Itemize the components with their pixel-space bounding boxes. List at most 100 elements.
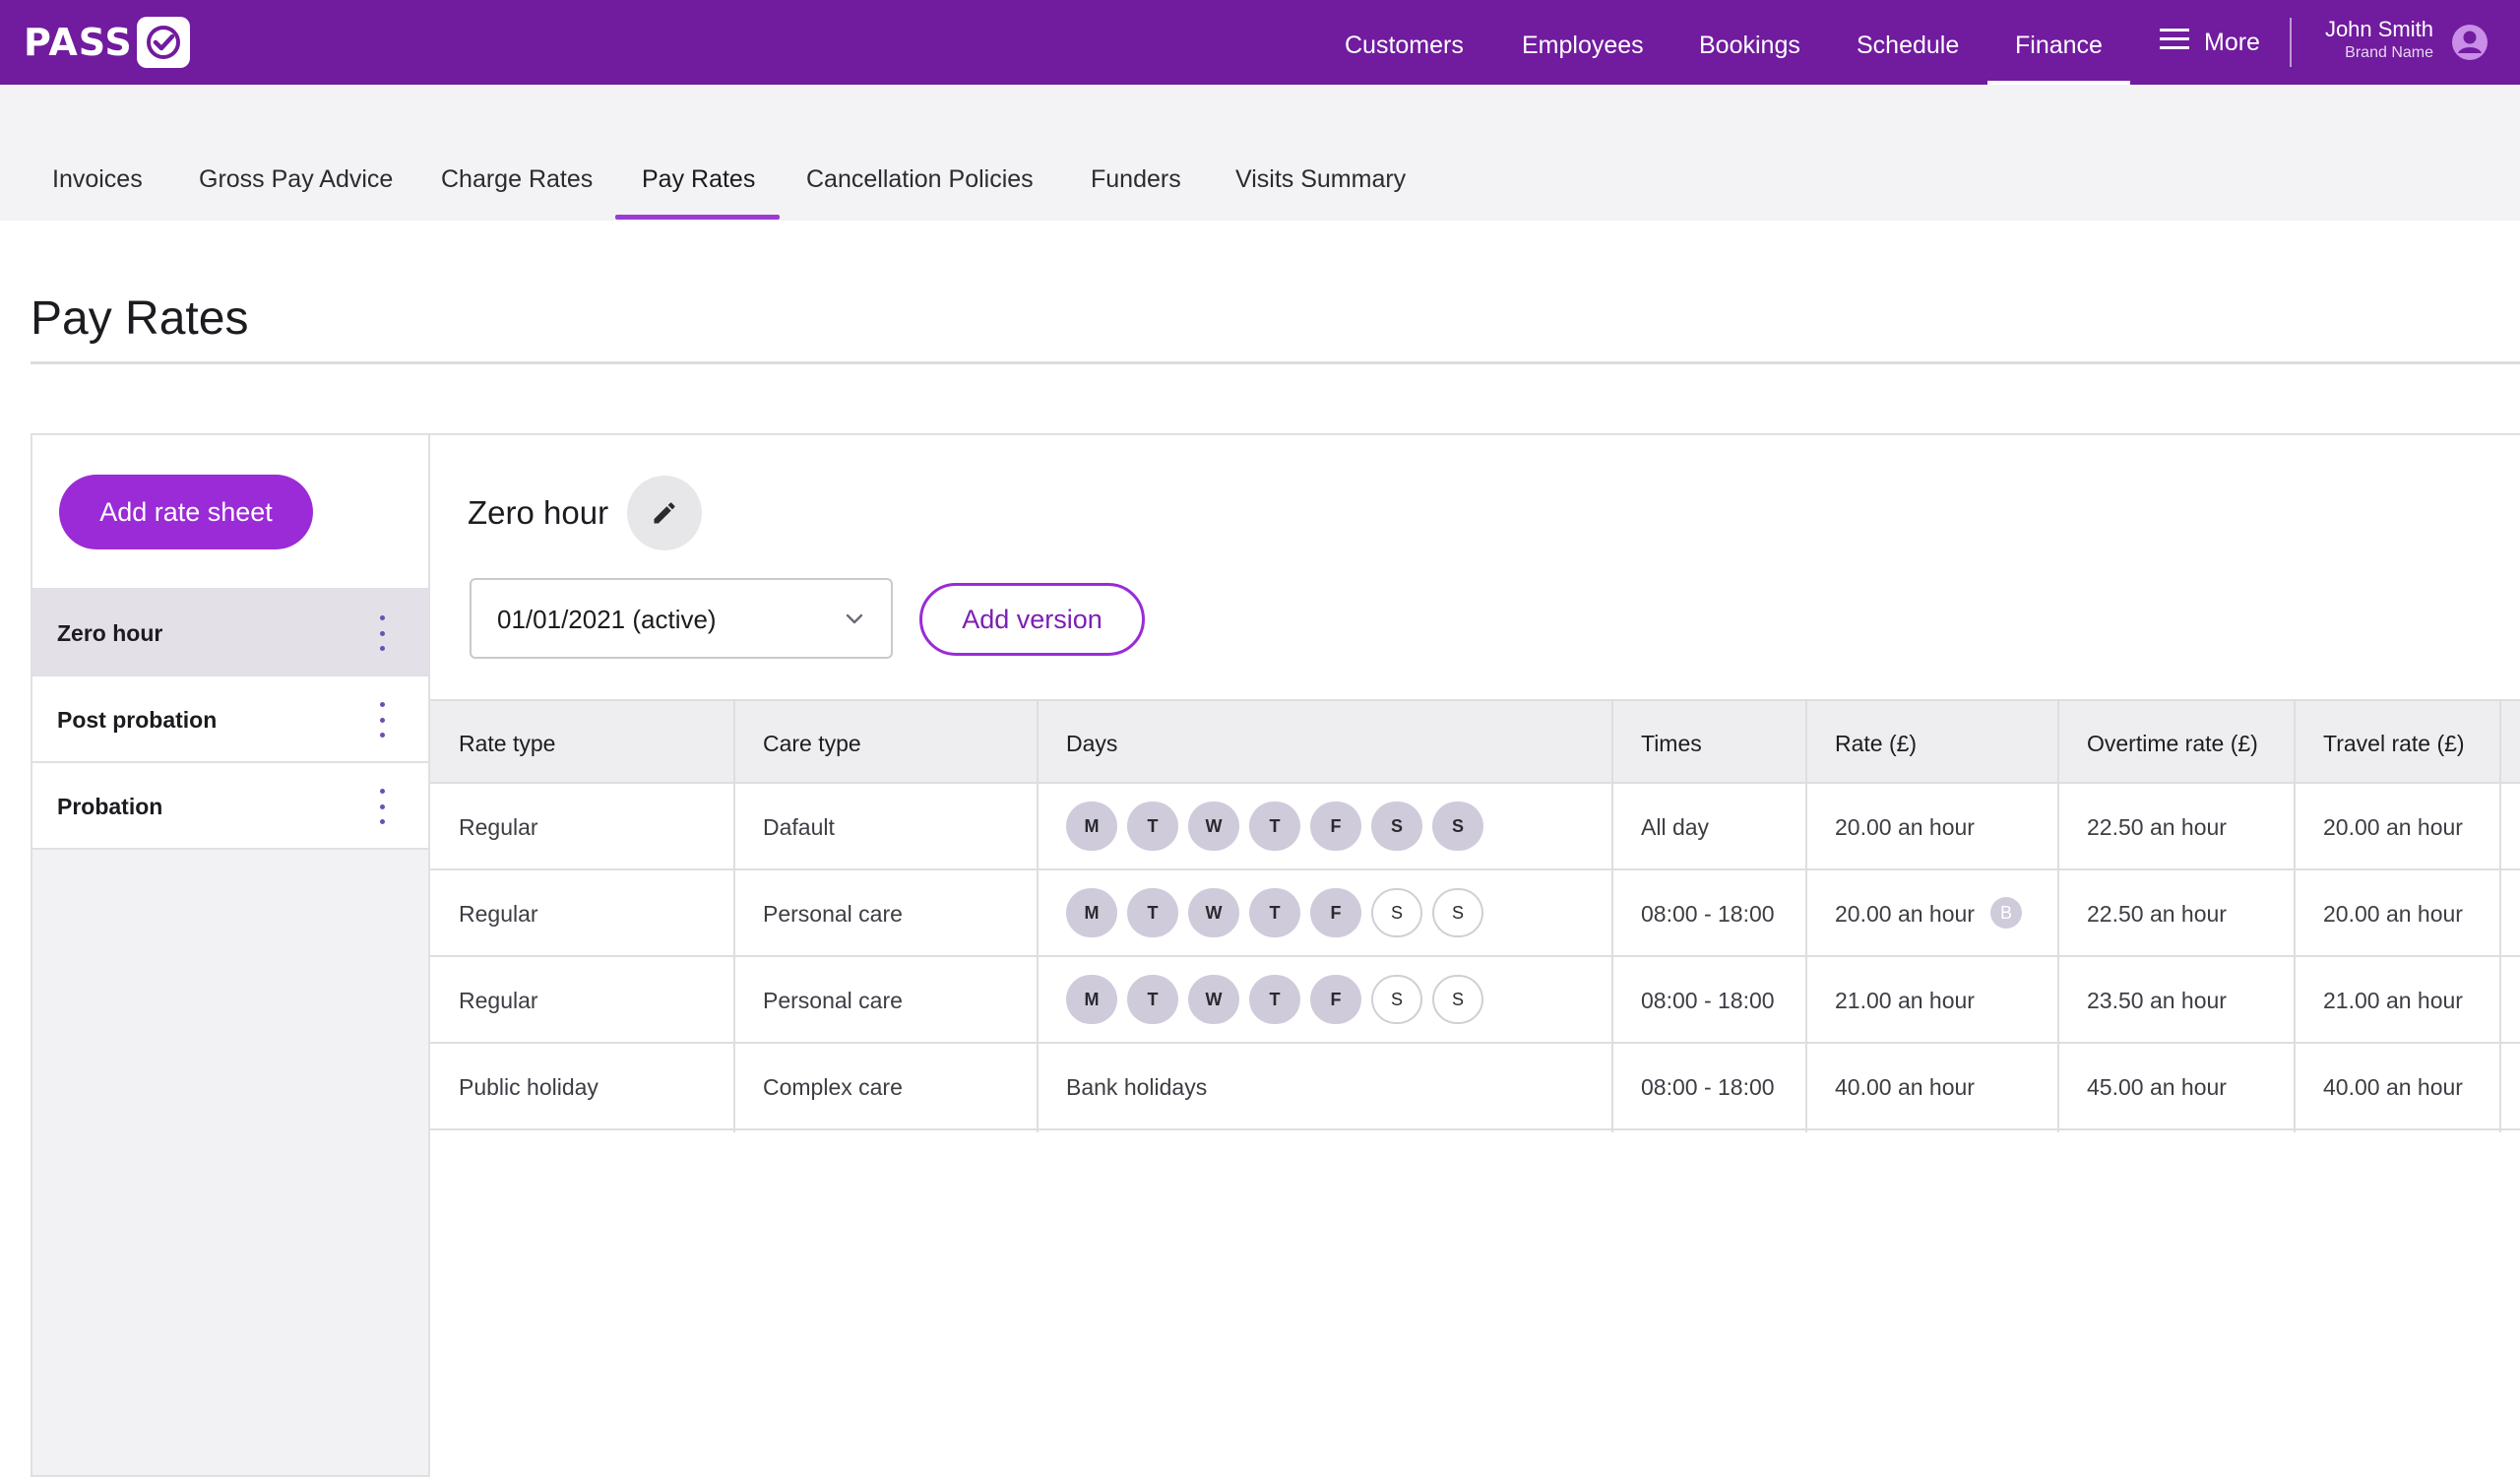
column-header-travel-rate: Travel rate (£) — [2323, 731, 2465, 756]
rate-sheet-label: Probation — [57, 794, 163, 819]
version-select[interactable]: 01/01/2021 (active) — [470, 578, 893, 659]
day-chips: MTWTFSS — [1066, 888, 1493, 937]
day-chip: S — [1432, 888, 1483, 937]
tab-charge-rates[interactable]: Charge Rates — [441, 85, 593, 221]
cell-care-type-text: Dafault — [763, 814, 835, 840]
cell-rate-text: 20.00 an hour — [1835, 814, 1975, 840]
tab-funders[interactable]: Funders — [1091, 85, 1181, 221]
column-header-days: Days — [1066, 731, 1118, 756]
day-chip: F — [1310, 802, 1361, 851]
days-text: Bank holidays — [1066, 1074, 1208, 1100]
cell-travel-rate: 40.00 an hour — [2295, 1044, 2500, 1128]
column-header-rate: Rate (£) — [1835, 731, 1918, 756]
rate-sheet-item-post-probation[interactable]: Post probation — [32, 676, 428, 763]
day-chip: W — [1188, 888, 1239, 937]
user-info[interactable]: John Smith Brand Name — [2315, 16, 2473, 63]
day-chip: S — [1371, 888, 1422, 937]
hamburger-menu-icon — [2159, 27, 2192, 59]
cell-times: All day — [1612, 784, 1806, 868]
sidebar-header: Add rate sheet — [32, 435, 428, 590]
day-chip: M — [1066, 975, 1117, 1024]
cell-care-type: Personal care — [734, 957, 1038, 1042]
table-row[interactable]: Public holiday Complex care Bank holidays 0… — [430, 1044, 2520, 1130]
cell-care-type-text: Complex care — [763, 1074, 903, 1100]
more-options-icon[interactable] — [370, 615, 394, 651]
more-menu-button[interactable]: More — [2159, 0, 2260, 85]
cell-times-text: 08:00 - 18:00 — [1641, 988, 1775, 1013]
day-chips: MTWTFSS — [1066, 975, 1493, 1024]
cell-rate: 40.00 an hour — [1806, 1044, 2058, 1128]
table-row[interactable]: Regular Dafault M T W T F S S All day 20.00 an hou… — [430, 784, 2520, 870]
nav-item-finance[interactable]: Finance — [1987, 0, 2130, 85]
column-divider — [733, 699, 735, 1132]
cell-times-text: All day — [1641, 814, 1710, 840]
nav-item-customers[interactable]: Customers — [1345, 0, 1464, 85]
cell-times-text: 08:00 - 18:00 — [1641, 1074, 1775, 1100]
cell-travel-rate-text: 21.00 an hour — [2323, 988, 2463, 1013]
table-header: Rate type Care type Days Times Rate (£) … — [430, 699, 2520, 784]
rate-sheet-item-probation[interactable]: Probation — [32, 763, 428, 850]
nav-divider — [2290, 18, 2292, 67]
cell-rate-type: Regular — [430, 870, 734, 955]
tab-cancellation-policies[interactable]: Cancellation Policies — [806, 85, 1034, 221]
day-chip: F — [1310, 975, 1361, 1024]
user-name: John Smith — [2324, 17, 2433, 41]
pencil-icon — [654, 502, 675, 524]
account-circle-icon[interactable] — [2451, 24, 2488, 61]
title-divider — [31, 361, 2520, 364]
cell-care-type: Dafault — [734, 784, 1038, 868]
tab-visits-summary[interactable]: Visits Summary — [1235, 85, 1406, 221]
column-divider — [2057, 699, 2059, 1132]
cell-days: MTWTFSS — [1038, 957, 1612, 1042]
nav-item-bookings[interactable]: Bookings — [1699, 0, 1800, 85]
tab-pay-rates[interactable]: Pay Rates — [642, 85, 755, 221]
cell-travel-rate: 20.00 an hour — [2295, 784, 2500, 868]
column-divider — [2294, 699, 2296, 1132]
rate-sheet-sidebar: Add rate sheet Zero hour Post probation … — [31, 433, 430, 1477]
cell-days: MTWTFSS — [1038, 784, 1612, 868]
cell-care-type: Personal care — [734, 870, 1038, 955]
cell-times: 08:00 - 18:00 — [1612, 957, 1806, 1042]
edit-rate-sheet-button[interactable] — [627, 476, 702, 550]
nav-item-schedule[interactable]: Schedule — [1857, 0, 1959, 85]
top-navigation-bar: PASS Customers Employees Bookings Schedu… — [0, 0, 2520, 85]
tab-invoices[interactable]: Invoices — [52, 85, 143, 221]
column-divider — [2499, 699, 2501, 1132]
cell-rate-type-text: Public holiday — [459, 1074, 598, 1100]
column-header-care-type: Care type — [763, 731, 861, 756]
day-chip: T — [1127, 888, 1178, 937]
pass-logo[interactable]: PASS — [24, 17, 190, 68]
column-divider — [1611, 699, 1613, 1132]
logo-text: PASS — [24, 21, 133, 64]
table-row[interactable]: Regular Personal care M T W T F S S 08:00 - 18:00… — [430, 957, 2520, 1044]
chevron-down-icon — [846, 613, 863, 624]
cell-overtime-rate-text: 22.50 an hour — [2087, 814, 2227, 840]
rate-sheet-detail: Zero hour 01/01/2021 (active) Add versio… — [430, 433, 2520, 1477]
cell-times-text: 08:00 - 18:00 — [1641, 901, 1775, 927]
cell-days: Bank holidays — [1038, 1044, 1612, 1128]
tab-gross-pay-advice[interactable]: Gross Pay Advice — [199, 85, 393, 221]
nav-item-employees[interactable]: Employees — [1522, 0, 1644, 85]
cell-travel-rate: 21.00 an hour — [2295, 957, 2500, 1042]
column-divider — [1037, 699, 1039, 1132]
table-row[interactable]: Regular Personal care M T W T F S S 08:00 - 18:00… — [430, 870, 2520, 957]
day-chip: T — [1249, 888, 1300, 937]
add-version-button[interactable]: Add version — [919, 583, 1145, 656]
active-tab-indicator — [615, 215, 780, 220]
cell-travel-rate-text: 20.00 an hour — [2323, 814, 2463, 840]
cell-rate: 20.00 an hour — [1806, 784, 2058, 868]
version-select-value: 01/01/2021 (active) — [497, 605, 717, 634]
more-options-icon[interactable] — [370, 789, 394, 824]
checkmark-logo-icon — [136, 17, 190, 68]
add-rate-sheet-button[interactable]: Add rate sheet — [59, 475, 313, 549]
more-options-icon[interactable] — [370, 702, 394, 738]
cell-travel-rate-text: 20.00 an hour — [2323, 901, 2463, 927]
cell-days: MTWTFSS — [1038, 870, 1612, 955]
rate-badge: B — [1989, 896, 2022, 929]
column-divider — [1805, 699, 1807, 1132]
day-chips: MTWTFSS — [1066, 802, 1493, 851]
day-chip: M — [1066, 802, 1117, 851]
rate-sheet-item-zero-hour[interactable]: Zero hour — [32, 590, 428, 676]
cell-rate-text: 20.00 an hour — [1835, 901, 1975, 927]
cell-travel-rate: 20.00 an hour — [2295, 870, 2500, 955]
